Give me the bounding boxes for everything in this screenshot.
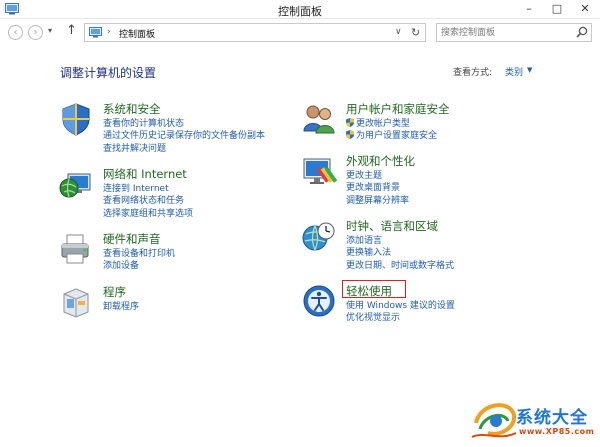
uac-shield-icon	[346, 130, 354, 140]
search-icon[interactable]	[576, 26, 588, 38]
category-title-programs[interactable]: 程序	[103, 284, 126, 300]
breadcrumb-control-panel[interactable]: 控制面板	[119, 27, 155, 40]
users-icon[interactable]	[301, 101, 337, 137]
search-input[interactable]	[441, 26, 571, 39]
link-devices-printers[interactable]: 查看设备和打印机	[103, 248, 175, 260]
watermark-text: 系统大全	[516, 408, 588, 428]
appearance-monitor-icon[interactable]	[301, 153, 337, 189]
security-shield-icon[interactable]	[58, 101, 94, 137]
view-by-label: 查看方式:	[453, 68, 493, 78]
category-title-hardware-sound[interactable]: 硬件和声音	[103, 231, 161, 247]
ease-of-access-icon[interactable]	[301, 283, 337, 319]
link-file-history-backup[interactable]: 通过文件历史记录保存你的文件备份副本	[103, 130, 265, 142]
up-button[interactable]: ↑	[66, 23, 77, 38]
view-by-chevron-icon[interactable]: ▼	[527, 66, 532, 74]
address-dropdown-icon[interactable]: ∨	[395, 27, 402, 37]
link-change-background[interactable]: 更改桌面背景	[346, 182, 409, 194]
navigation-bar: ‹ › ▾ ↑ › 控制面板 ∨ ↻	[0, 19, 600, 46]
category-title-clock-language-region[interactable]: 时钟、语言和区域	[346, 218, 438, 234]
breadcrumb-separator-icon[interactable]: ›	[107, 27, 111, 37]
link-network-status[interactable]: 查看网络状态和任务	[103, 195, 193, 207]
control-panel-icon	[89, 27, 102, 38]
link-uninstall-program[interactable]: 卸载程序	[103, 301, 139, 313]
maximize-button[interactable]: □	[544, 0, 570, 19]
link-homegroup-sharing[interactable]: 选择家庭组和共享选项	[103, 208, 193, 220]
refresh-icon[interactable]: ↻	[411, 26, 420, 39]
link-connect-internet[interactable]: 连接到 Internet	[103, 183, 193, 195]
category-title-network-internet[interactable]: 网络和 Internet	[103, 166, 187, 182]
network-globe-icon[interactable]	[58, 166, 94, 202]
forward-button[interactable]: ›	[28, 25, 43, 40]
link-add-device[interactable]: 添加设备	[103, 260, 175, 272]
watermark-url: www.XP85.com	[519, 427, 595, 436]
view-by-dropdown[interactable]: 类别	[505, 65, 523, 78]
link-optimize-visual-display[interactable]: 优化视觉显示	[346, 312, 455, 324]
link-change-input-method[interactable]: 更换输入法	[346, 247, 454, 259]
link-text-family-safety[interactable]: 为用户设置家庭安全	[356, 131, 437, 141]
link-recommended-settings[interactable]: 使用 Windows 建议的设置	[346, 300, 455, 312]
printer-icon[interactable]	[58, 231, 94, 267]
link-family-safety[interactable]: 为用户设置家庭安全	[346, 130, 437, 142]
category-title-system-security[interactable]: 系统和安全	[103, 101, 161, 117]
recent-locations-dropdown-icon[interactable]: ▾	[48, 26, 52, 35]
highlight-box	[342, 280, 406, 298]
window-title: 控制面板	[278, 5, 322, 18]
link-screen-resolution[interactable]: 调整屏幕分辨率	[346, 195, 409, 207]
programs-box-icon[interactable]	[58, 284, 94, 320]
link-text-change-account-type[interactable]: 更改帐户类型	[356, 119, 410, 129]
link-add-language[interactable]: 添加语言	[346, 235, 454, 247]
minimize-button[interactable]: –	[516, 0, 542, 19]
search-box[interactable]	[436, 23, 592, 42]
page-heading: 调整计算机的设置	[60, 66, 157, 80]
link-find-fix-problems[interactable]: 查找并解决问题	[103, 143, 265, 155]
uac-shield-icon	[346, 118, 354, 127]
title-bar: 控制面板 – □ ✕	[0, 0, 600, 19]
category-title-appearance[interactable]: 外观和个性化	[346, 153, 415, 169]
clock-globe-icon[interactable]	[301, 218, 337, 254]
link-change-theme[interactable]: 更改主题	[346, 170, 409, 182]
close-button[interactable]: ✕	[572, 0, 598, 19]
address-bar[interactable]: › 控制面板 ∨ ↻	[84, 23, 426, 42]
link-date-time-format[interactable]: 更改日期、时间或数字格式	[346, 260, 454, 272]
link-view-computer-status[interactable]: 查看你的计算机状态	[103, 118, 265, 130]
link-change-account-type[interactable]: 更改帐户类型	[346, 118, 437, 130]
category-title-user-accounts[interactable]: 用户帐户和家庭安全	[346, 101, 450, 117]
back-button[interactable]: ‹	[8, 25, 23, 40]
